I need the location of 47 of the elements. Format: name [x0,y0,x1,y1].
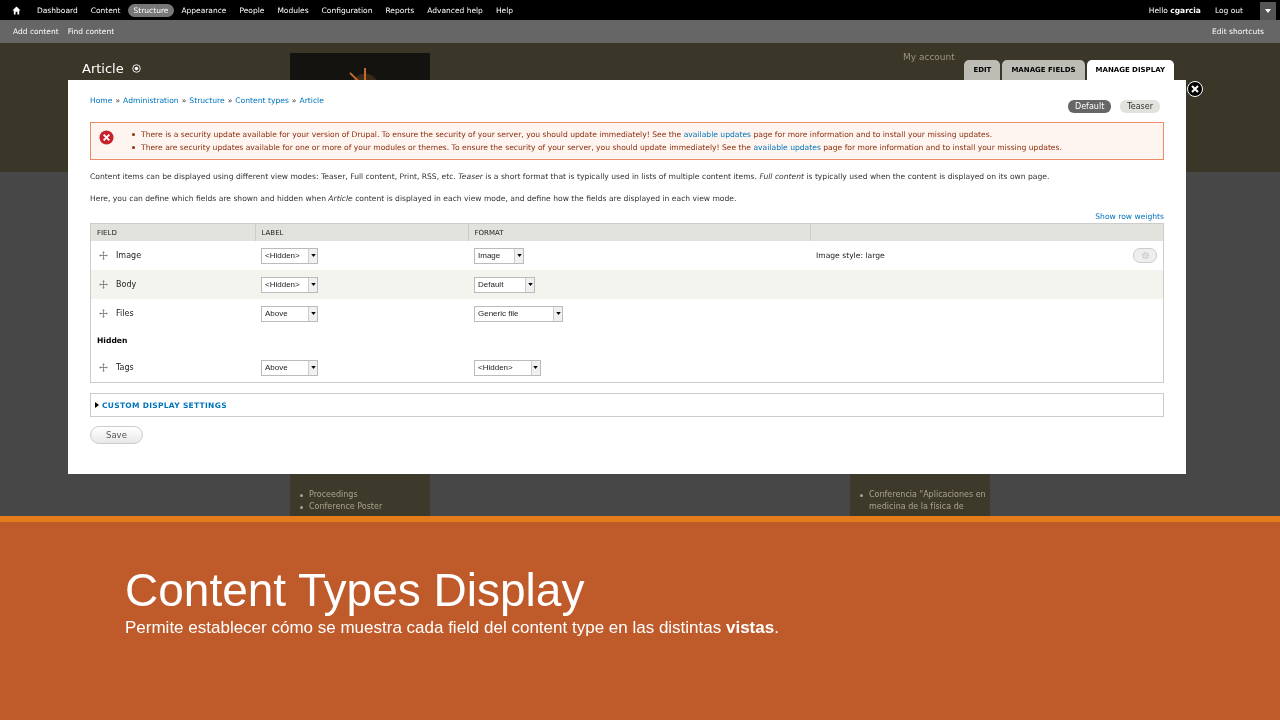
bullet-icon [860,494,863,497]
home-icon[interactable] [12,5,21,15]
label-dropdown[interactable]: Above [261,359,318,376]
caret-icon [527,283,533,286]
bullet-icon [300,506,303,509]
drag-handle-icon[interactable] [99,280,108,289]
add-shortcut-icon[interactable] [131,64,141,73]
field-name: Body [116,280,137,289]
sidebar-link[interactable]: Proceedings [309,489,358,501]
save-button[interactable]: Save [90,426,143,444]
field-name: Image [116,251,142,260]
account-link[interactable]: My account [903,52,955,62]
format-dropdown[interactable]: <Hidden> [474,359,541,376]
caret-icon [1265,9,1271,13]
bullet-icon [300,494,303,497]
view-mode-tab[interactable]: Default [1068,100,1112,113]
caret-icon [533,366,539,369]
bullet-icon [132,146,135,149]
caret-icon [310,283,316,286]
field-name: Tags [116,363,134,372]
label-dropdown[interactable]: <Hidden> [261,247,318,264]
view-mode-tab[interactable]: Teaser [1120,100,1160,113]
drag-handle-icon[interactable] [99,309,108,318]
drag-handle-icon[interactable] [99,363,108,372]
close-icon[interactable] [1187,81,1203,97]
slide-title: Content Types Display [125,564,586,616]
drag-handle-icon[interactable] [99,251,108,260]
format-dropdown[interactable]: Image [474,247,524,264]
label-dropdown[interactable]: <Hidden> [261,276,318,293]
bullet-icon [132,133,135,136]
format-dropdown[interactable]: Generic file [474,305,564,322]
format-dropdown[interactable]: Default [474,276,536,293]
field-name: Files [116,309,134,318]
caret-icon [516,254,522,257]
sidebar-link[interactable]: Conferencia "Aplicaciones en medicina de la física de [869,489,987,513]
page-title: Article [82,61,124,76]
error-icon [99,130,114,145]
caret-icon [95,402,99,408]
caret-icon [555,312,561,315]
caret-icon [310,366,316,369]
caret-icon [310,254,316,257]
sidebar-link[interactable]: Conference Poster [309,501,383,513]
slide-subtitle: Permite establecer cómo se muestra cada field del content type en las distintas vistas. [125,618,780,638]
shortcuts-toggle-button[interactable] [1260,2,1276,20]
caret-icon [310,312,316,315]
gear-icon [1140,251,1150,260]
label-dropdown[interactable]: Above [261,305,318,322]
